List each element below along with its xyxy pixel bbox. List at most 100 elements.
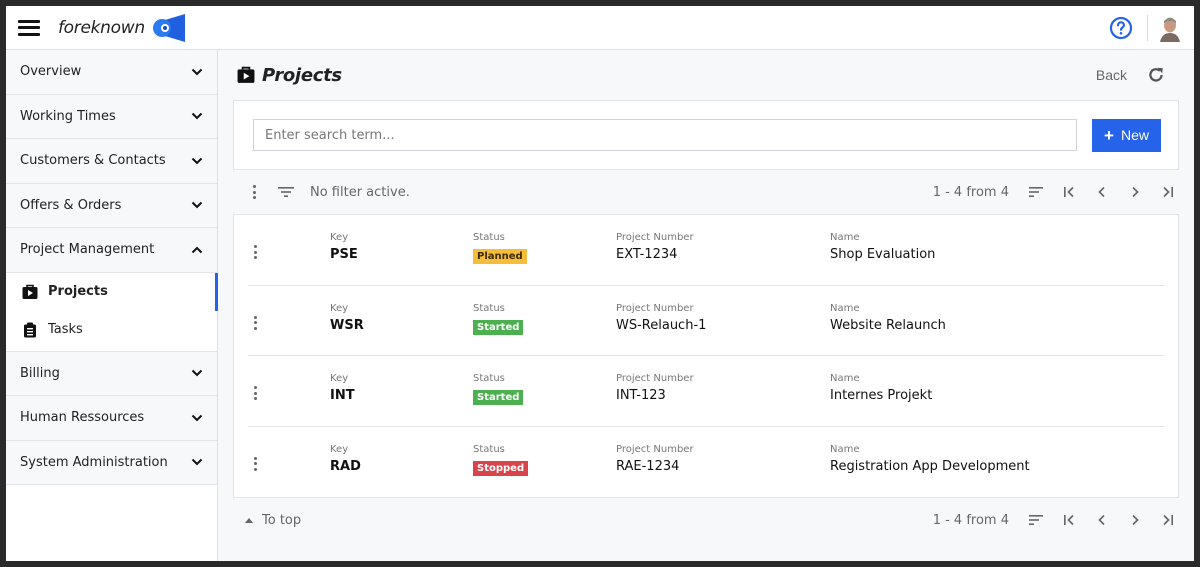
to-top-link[interactable]: To top (245, 513, 301, 528)
sidebar-item-tasks[interactable]: Tasks (6, 310, 217, 349)
sort-icon[interactable] (1029, 186, 1043, 198)
next-page-icon[interactable] (1128, 514, 1142, 526)
key-label: Key (330, 373, 349, 384)
more-options-icon[interactable] (252, 185, 256, 199)
sidebar-item-label: Offers & Orders (20, 197, 122, 213)
sidebar-item-working-times[interactable]: Working Times (6, 94, 217, 139)
project-name: Shop Evaluation (830, 247, 936, 262)
project-key: PSE (330, 247, 358, 262)
project-row[interactable]: Key INT Status Started Project Number IN… (248, 356, 1164, 427)
filter-icon[interactable] (278, 186, 294, 198)
key-field: Key WSR (330, 303, 364, 333)
name-field: Name Registration App Development (830, 444, 1030, 474)
name-label: Name (830, 443, 860, 455)
name-label: Name (830, 373, 860, 384)
sidebar-item-offers-orders[interactable]: Offers & Orders (6, 183, 217, 228)
briefcase-play-icon (22, 284, 38, 299)
sidebar-item-human-ressources[interactable]: Human Ressources (6, 396, 217, 441)
next-page-icon[interactable] (1128, 186, 1142, 198)
key-label: Key (330, 302, 349, 314)
chevron-down-icon (191, 459, 203, 466)
reload-icon[interactable] (1147, 66, 1165, 84)
project-number-label: Project Number (616, 443, 694, 455)
row-menu-icon[interactable] (253, 386, 257, 400)
key-label: Key (330, 232, 349, 243)
sidebar-item-label: Billing (20, 365, 60, 381)
project-number-label: Project Number (616, 302, 694, 314)
sidebar-item-billing[interactable]: Billing (6, 351, 217, 396)
status-label: Status (473, 443, 505, 455)
briefcase-play-icon (237, 66, 255, 83)
first-page-icon[interactable] (1062, 186, 1076, 198)
new-project-button[interactable]: + New (1092, 118, 1161, 152)
previous-page-icon[interactable] (1095, 186, 1109, 198)
sidebar-item-label: Projects (48, 284, 108, 299)
last-page-icon[interactable] (1161, 186, 1175, 198)
arrow-up-icon (245, 517, 253, 523)
row-menu-icon[interactable] (253, 245, 257, 259)
chevron-down-icon (191, 68, 203, 76)
name-field: Name Website Relaunch (830, 303, 946, 333)
name-field: Name Internes Projekt (830, 373, 932, 403)
key-label: Key (330, 443, 349, 455)
divider (1147, 14, 1148, 41)
chevron-down-icon (191, 414, 203, 422)
project-row[interactable]: Key RAD Status Stopped Project Number RA… (248, 427, 1164, 498)
sidebar-nav: Overview Working Times Customers & Conta… (6, 50, 218, 561)
app-window: foreknown Overview Working Times Custome… (6, 6, 1194, 561)
status-label: Status (473, 232, 505, 243)
first-page-icon[interactable] (1062, 514, 1076, 526)
list-footer: To top 1 - 4 from 4 (233, 498, 1179, 542)
chevron-down-icon (191, 113, 203, 120)
key-field: Key INT (330, 373, 355, 403)
help-icon[interactable] (1109, 16, 1133, 40)
search-panel: + New (233, 100, 1179, 170)
previous-page-icon[interactable] (1095, 514, 1109, 526)
sidebar-item-projects[interactable]: Projects (6, 272, 218, 311)
pagination-bottom: 1 - 4 from 4 (933, 513, 1175, 528)
chevron-down-icon (191, 157, 203, 165)
sidebar-item-system-administration[interactable]: System Administration (6, 440, 217, 485)
plus-icon: + (1104, 125, 1114, 145)
page-title: Projects (262, 64, 342, 86)
project-name: Internes Projekt (830, 388, 933, 403)
sort-icon[interactable] (1029, 514, 1043, 526)
top-bar: foreknown (6, 6, 1194, 50)
project-row[interactable]: Key WSR Status Started Project Number WS… (248, 286, 1164, 356)
sidebar-item-label: Overview (20, 64, 82, 80)
hamburger-menu-icon[interactable] (18, 19, 40, 36)
name-label: Name (830, 232, 860, 243)
project-number: WS-Relauch-1 (616, 317, 707, 333)
user-avatar[interactable] (1158, 13, 1182, 42)
status-label: Status (473, 302, 505, 314)
pagination-count: 1 - 4 from 4 (932, 184, 1009, 200)
status-badge: Stopped (473, 460, 529, 476)
name-label: Name (830, 302, 860, 314)
project-key: WSR (330, 317, 364, 333)
status-field: Status Stopped (473, 443, 529, 476)
last-page-icon[interactable] (1161, 514, 1175, 526)
project-number-field: Project Number INT-123 (616, 373, 694, 403)
brand-logo-icon (152, 13, 185, 42)
search-input[interactable] (253, 119, 1077, 151)
project-number-field: Project Number RAE-1234 (616, 444, 694, 474)
sidebar-item-overview[interactable]: Overview (6, 50, 217, 95)
new-button-label: New (1120, 127, 1149, 143)
project-number-field: Project Number WS-Relauch-1 (616, 303, 706, 333)
projects-list: Key PSE Status Planned Project Number EX… (233, 214, 1179, 498)
back-button[interactable]: Back (1096, 67, 1127, 83)
top-right-actions (1109, 6, 1194, 49)
sidebar-item-label: Tasks (48, 322, 83, 337)
project-row[interactable]: Key PSE Status Planned Project Number EX… (248, 215, 1164, 286)
row-menu-icon[interactable] (253, 315, 257, 330)
page-header: Projects Back (219, 50, 1194, 100)
row-menu-icon[interactable] (253, 456, 257, 471)
main-content: Projects Back + New No fi (219, 50, 1194, 561)
list-toolbar: No filter active. 1 - 4 from 4 (233, 170, 1179, 214)
key-field: Key RAD (330, 444, 361, 474)
project-number: INT-123 (616, 388, 666, 403)
project-management-submenu: Projects Tasks (6, 272, 218, 352)
sidebar-item-customers-contacts[interactable]: Customers & Contacts (6, 139, 217, 184)
sidebar-item-project-management[interactable]: Project Management (6, 228, 217, 273)
sidebar-item-label: Working Times (20, 108, 116, 124)
